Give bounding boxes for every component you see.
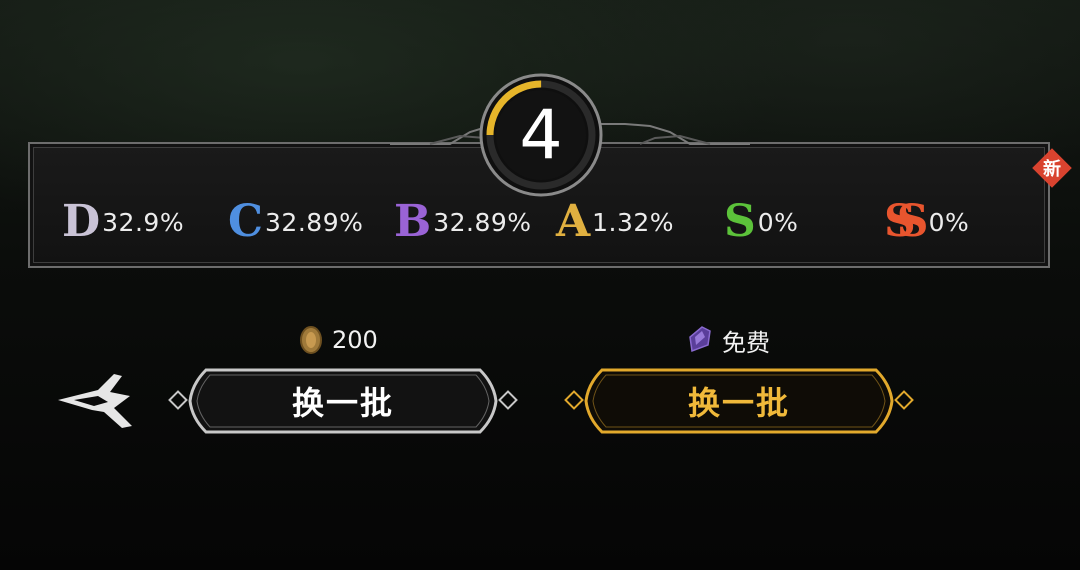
- rate-a: A 1.32%: [556, 194, 674, 250]
- counter-value: 4: [519, 95, 563, 175]
- free-refresh-cost-value: 免费: [722, 328, 770, 357]
- grade-d-label: D: [62, 196, 101, 247]
- rate-ss-value: 0%: [928, 207, 970, 237]
- new-badge: 新: [1030, 146, 1074, 190]
- panel-ornament-right: [600, 123, 750, 145]
- back-arrow-icon: [58, 374, 132, 428]
- paid-refresh-cost-value: 200: [332, 326, 378, 354]
- rate-c-value: 32.89%: [265, 207, 364, 237]
- rate-s: S 0%: [724, 194, 798, 250]
- free-refresh-cost: 免费: [686, 322, 770, 358]
- new-badge-label: 新: [1043, 159, 1061, 180]
- rate-b: B 32.89%: [394, 194, 532, 250]
- refresh-paid-button[interactable]: 换一批: [166, 364, 520, 438]
- refresh-free-label: 换一批: [687, 384, 790, 422]
- rate-a-value: 1.32%: [592, 207, 675, 237]
- coin-icon: [300, 326, 322, 354]
- back-button[interactable]: [52, 366, 138, 432]
- rate-b-value: 32.89%: [433, 207, 532, 237]
- grade-ss-label: SS: [884, 196, 928, 247]
- rate-d: D 32.9%: [62, 194, 184, 250]
- rate-d-value: 32.9%: [102, 207, 185, 237]
- rate-ss: SS 0%: [884, 194, 969, 250]
- draw-counter: 4: [478, 72, 604, 198]
- grade-b-label: B: [394, 196, 432, 247]
- grade-a-label: A: [556, 196, 591, 247]
- grade-s-label: S: [724, 196, 756, 247]
- rate-c: C 32.89%: [228, 194, 363, 250]
- refresh-paid-label: 换一批: [291, 384, 394, 422]
- rate-row: D 32.9% C 32.89% B 32.89% A 1.32% S 0% S…: [30, 194, 1048, 250]
- paid-refresh-cost: 200: [298, 322, 378, 358]
- crystal-icon: [689, 326, 711, 353]
- rate-s-value: 0%: [757, 207, 799, 237]
- refresh-free-button[interactable]: 换一批: [562, 364, 916, 438]
- grade-c-label: C: [228, 196, 264, 247]
